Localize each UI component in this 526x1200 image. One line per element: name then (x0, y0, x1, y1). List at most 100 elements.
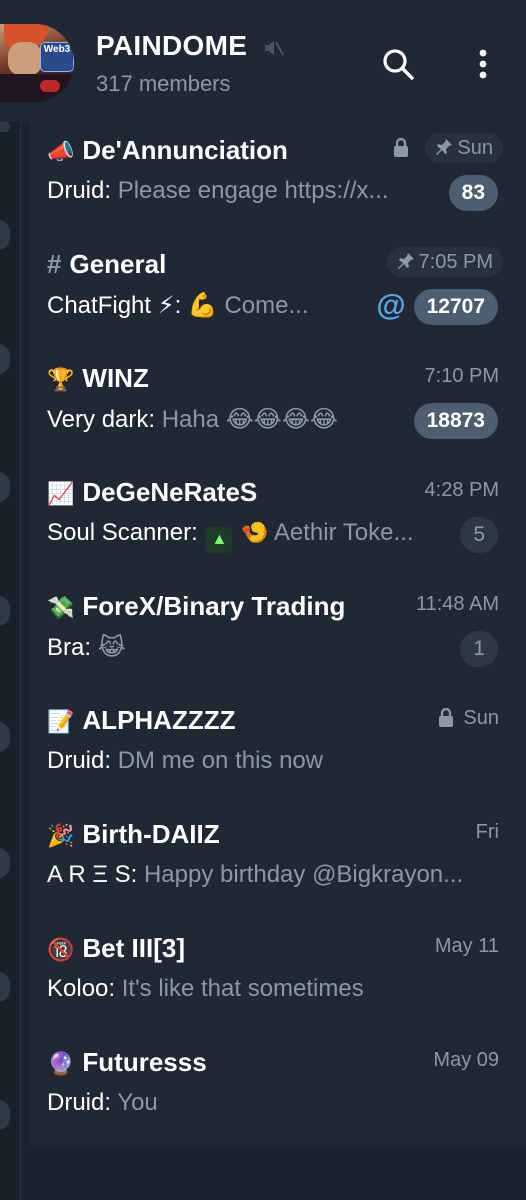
last-message: ChatFight ⚡: 💪 Come... (47, 291, 309, 320)
message-sender: Very dark: (47, 406, 156, 433)
unread-badge: 1 (460, 631, 498, 667)
topic-time: 4:28 PM (424, 479, 499, 501)
more-vertical-icon[interactable] (468, 46, 498, 82)
mention-icon: @ (376, 289, 406, 322)
topic-name: 📣 De'Annunciation (47, 135, 288, 166)
sidebar-avatar[interactable] (0, 848, 10, 878)
message-sender: Druid: (47, 747, 112, 774)
topic-row[interactable]: 📈 DeGeNeRateS 4:28 PM Soul Scanner: ▲ 🍤 A… (30, 464, 526, 579)
unread-badge: 18873 (413, 403, 498, 439)
chart-increasing-icon: 📈 (47, 481, 75, 506)
message-sender: Soul Scanner: (47, 519, 198, 546)
last-message: Bra: 😹 (47, 633, 126, 662)
topic-row[interactable]: 📣 De'Annunciation Sun Druid: Please engag… (30, 122, 526, 237)
message-text: DM me on this now (117, 747, 324, 774)
message-text: It's like that sometimes (121, 975, 364, 1002)
pin-icon (397, 253, 414, 269)
last-message: A R Ξ S: Happy birthday @Bigkrayon... (47, 861, 463, 889)
message-sender: Koloo: (47, 975, 116, 1002)
topic-title: General (69, 249, 167, 279)
sidebar-avatar[interactable] (0, 596, 10, 626)
topic-title: DeGeNeRateS (82, 477, 258, 507)
message-sender: ChatFight ⚡: (47, 292, 182, 319)
sidebar-avatar[interactable] (0, 472, 10, 502)
sidebar-avatar[interactable] (0, 1100, 10, 1130)
topic-name: # General (47, 249, 166, 280)
memo-icon: 📝 (47, 709, 75, 734)
message-sender: Bra: (47, 634, 92, 661)
folder-sidebar (0, 122, 21, 1200)
topic-title: ALPHAZZZZ (82, 705, 236, 735)
topic-row[interactable]: # General 7:05 PM ChatFight ⚡: 💪 Come... … (30, 236, 526, 351)
group-avatar[interactable]: Web3 (0, 24, 74, 102)
topic-name: 📈 DeGeNeRateS (47, 477, 257, 508)
topic-title: Bet III[3] (82, 933, 185, 963)
sidebar-avatar[interactable] (0, 220, 10, 250)
topic-title: De'Annunciation (82, 135, 288, 165)
last-message: Koloo: It's like that sometimes (47, 975, 364, 1003)
mute-icon (265, 41, 284, 56)
topic-name: 📝 ALPHAZZZZ (47, 705, 236, 736)
avatar-web3-label: Web3 (40, 42, 74, 72)
rocket-emoji-icon: 🍤 (241, 520, 269, 545)
no-under-18-icon: 🔞 (47, 937, 75, 962)
money-wings-icon: 💸 (47, 595, 75, 620)
last-message: Druid: DM me on this now (47, 747, 323, 775)
crystal-ball-icon: 🔮 (47, 1051, 75, 1076)
message-text: Happy birthday @Bigkrayon... (143, 861, 464, 888)
message-text: 💪 Come... (187, 292, 309, 319)
trophy-icon: 🏆 (47, 367, 75, 392)
pinned-time: Sun (425, 133, 503, 163)
member-count: 317 members (96, 71, 231, 96)
topic-title: Birth-DAIIZ (82, 819, 220, 849)
message-text: Please engage https://x... (117, 177, 389, 204)
lock-icon (439, 708, 453, 727)
topic-row[interactable]: 🏆 WINZ 7:10 PM Very dark: Haha 😂😂😂😂 18873 (30, 350, 526, 465)
topic-row[interactable]: 💸 ForeX/Binary Trading 11:48 AM Bra: 😹 1 (30, 578, 526, 693)
unread-badge: 83 (448, 175, 498, 211)
sidebar-avatar[interactable] (0, 722, 10, 752)
topic-time: 7:10 PM (424, 365, 499, 387)
unread-badge: 5 (460, 517, 498, 553)
topic-row[interactable]: 🔮 Futuresss May 09 Druid: You (30, 1034, 526, 1148)
topic-title: WINZ (82, 363, 149, 393)
last-message: Very dark: Haha 😂😂😂😂 (47, 405, 338, 434)
message-text: Aethir Toke... (273, 519, 414, 546)
topic-time: Sun (457, 137, 493, 159)
last-message: Soul Scanner: ▲ 🍤 Aethir Toke... (47, 519, 414, 553)
topic-time: May 09 (433, 1049, 499, 1071)
message-sender: Druid: (47, 177, 112, 204)
message-sender: Druid: (47, 1089, 112, 1116)
topic-row[interactable]: 📝 ALPHAZZZZ Sun Druid: DM me on this now (30, 692, 526, 807)
message-text: Haha 😂😂😂😂 (161, 406, 338, 433)
topic-title: Futuresss (82, 1047, 207, 1077)
topic-title: ForeX/Binary Trading (82, 591, 346, 621)
party-popper-icon: 🎉 (47, 823, 75, 848)
sidebar-avatar[interactable] (0, 122, 10, 132)
topic-row[interactable]: 🔞 Bet III[3] May 11 Koloo: It's like that… (30, 920, 526, 1035)
chat-header: Web3 PAINDOME 317 members (0, 0, 526, 122)
hash-icon: # (47, 249, 62, 279)
topic-time: 11:48 AM (415, 593, 499, 615)
group-title[interactable]: PAINDOME (96, 30, 247, 62)
topic-name: 🎉 Birth-DAIIZ (47, 819, 220, 850)
pin-icon (436, 139, 453, 155)
topic-time: 7:05 PM (418, 251, 493, 273)
topic-name: 🔞 Bet III[3] (47, 933, 185, 964)
search-icon[interactable] (380, 46, 416, 82)
sidebar-avatar[interactable] (0, 344, 10, 374)
avatar-cloud (40, 80, 60, 92)
topic-time: Fri (475, 821, 499, 843)
message-sender: A R Ξ S: (47, 861, 138, 888)
lock-icon (394, 138, 408, 157)
message-text: 😹 (97, 634, 126, 661)
topic-time: Sun (463, 707, 499, 729)
topic-name: 💸 ForeX/Binary Trading (47, 591, 345, 622)
pinned-time: 7:05 PM (386, 247, 503, 277)
last-message: Druid: Please engage https://x... (47, 177, 389, 205)
unread-badge: 12707 (413, 289, 498, 325)
avatar-face (8, 42, 42, 76)
topic-row[interactable]: 🎉 Birth-DAIIZ Fri A R Ξ S: Happy birthday… (30, 806, 526, 921)
sidebar-avatar[interactable] (0, 972, 10, 1002)
topic-name: 🏆 WINZ (47, 363, 149, 394)
